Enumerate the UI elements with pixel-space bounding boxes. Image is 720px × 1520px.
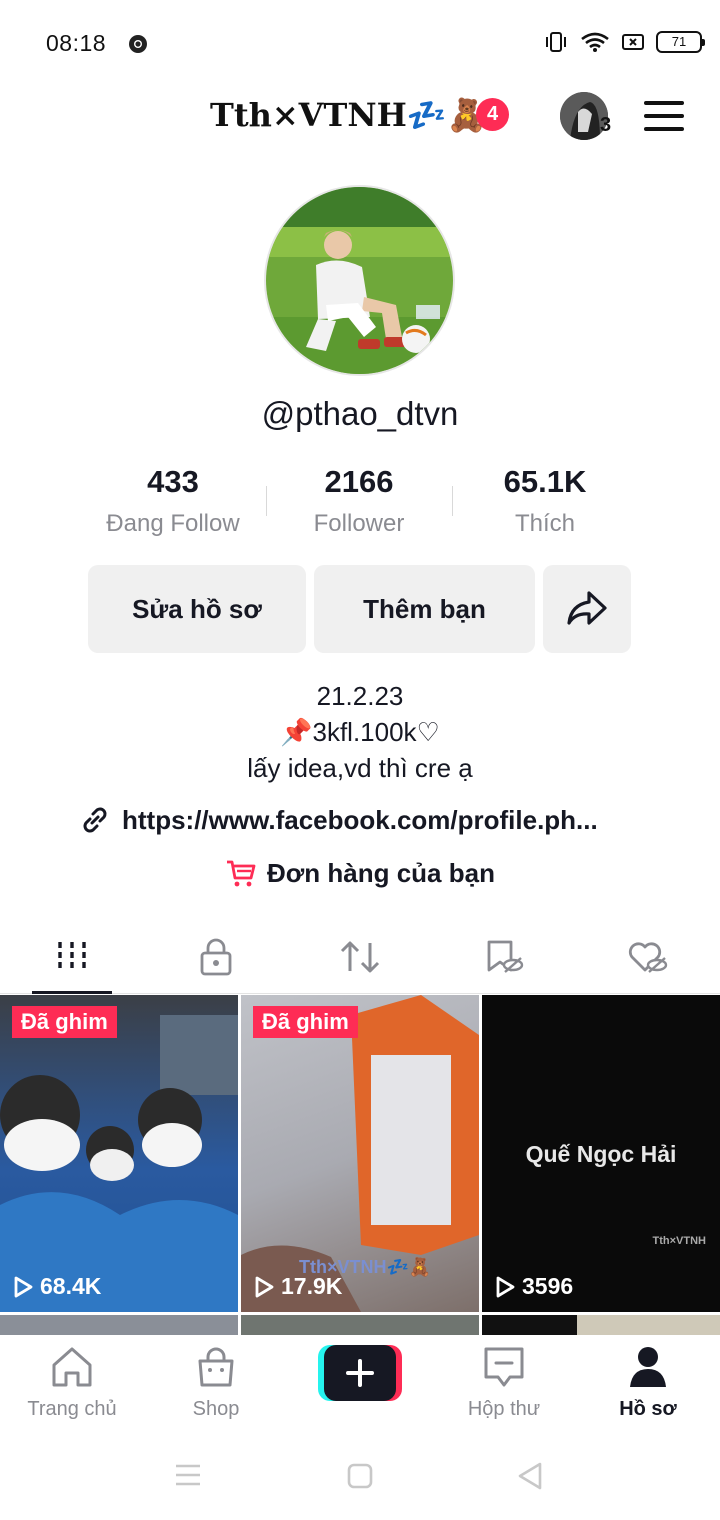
nav-home[interactable]: Trang chủ [0, 1345, 144, 1421]
create-button[interactable] [318, 1345, 402, 1401]
vibrate-icon [546, 32, 566, 52]
pinned-badge: Đã ghim [12, 1006, 117, 1038]
wifi-icon [581, 32, 609, 52]
view-count-text: 17.9K [281, 1273, 343, 1299]
bookmark-hidden-icon [487, 940, 524, 973]
bottom-navigation: Trang chủ Shop Hộp thư Hồ sơ [0, 1335, 720, 1435]
video-caption: Quế Ngọc Hải [525, 1141, 677, 1167]
nav-profile-label: Hồ sơ [619, 1398, 677, 1420]
repost-icon [340, 941, 380, 973]
home-icon [52, 1347, 92, 1387]
profile-link[interactable]: https://www.facebook.com/profile.ph... [78, 800, 648, 840]
video-thumbnail[interactable]: Đã ghim Tth×VTNH💤🧸 17.9K [241, 995, 479, 1312]
profile-bio: 21.2.23 📌3kfl.100k♡ lấy idea,vd thì cre … [0, 678, 720, 786]
notification-badge: 4 [476, 98, 509, 131]
screenshot-icon [622, 34, 644, 50]
profile-actions: Sửa hồ sơ Thêm bạn [88, 565, 633, 653]
video-thumbnail[interactable] [241, 1315, 479, 1335]
nav-shop[interactable]: Shop [144, 1345, 288, 1421]
stat-followers[interactable]: 2166 Follower [266, 460, 452, 550]
profile-avatar[interactable] [264, 185, 455, 376]
nav-inbox[interactable]: Hộp thư [432, 1345, 576, 1421]
menu-icon[interactable] [644, 101, 684, 131]
account-switcher-title[interactable]: Tth×VTNH💤🧸 [210, 96, 486, 134]
account-count: 3 [600, 114, 612, 136]
status-time: 08:18 [46, 30, 107, 56]
pinned-badge: Đã ghim [253, 1006, 358, 1038]
view-count: 17.9K [253, 1273, 342, 1300]
profile-header: Tth×VTNH💤🧸 4 3 [0, 88, 720, 148]
stat-followers-value: 2166 [324, 464, 394, 499]
nav-inbox-label: Hộp thư [467, 1398, 541, 1420]
plus-icon [324, 1345, 396, 1401]
stat-likes[interactable]: 65.1K Thích [452, 460, 638, 550]
play-icon [255, 1276, 274, 1297]
video-thumbnail[interactable]: Quế Ngọc Hải Tth×VTNH 3596 [482, 995, 720, 1312]
bio-line: lấy idea,vd thì cre ạ [247, 753, 473, 783]
tab-videos[interactable] [0, 920, 144, 994]
edit-profile-button[interactable]: Sửa hồ sơ [88, 565, 306, 653]
stat-likes-value: 65.1K [503, 464, 587, 499]
view-count-text: 68.4K [40, 1273, 102, 1299]
profile-photo [266, 187, 453, 374]
profile-handle: @pthao_dtvn [261, 395, 459, 432]
view-count: 3596 [494, 1273, 573, 1300]
play-icon [14, 1276, 33, 1297]
heart-hidden-icon [628, 942, 668, 973]
tab-reposts[interactable] [288, 920, 432, 994]
orders-link[interactable]: Đơn hàng của bạn [0, 853, 720, 893]
back-icon[interactable] [516, 1461, 544, 1491]
stat-following[interactable]: 433 Đang Follow [80, 460, 266, 550]
nav-shop-label: Shop [192, 1398, 240, 1420]
tab-favorites[interactable] [432, 920, 576, 994]
status-bar: 08:18 71 [0, 0, 720, 88]
view-count: 68.4K [12, 1273, 101, 1300]
thumbnail-image [0, 1015, 238, 1312]
tab-liked[interactable] [576, 920, 720, 994]
video-watermark: Tth×VTNH [652, 1235, 706, 1247]
view-count-text: 3596 [522, 1273, 574, 1299]
cart-icon [227, 860, 256, 887]
video-thumbnail[interactable] [0, 1315, 238, 1335]
bio-line: 21.2.23 [316, 681, 404, 711]
orders-text: Đơn hàng của bạn [267, 857, 495, 888]
home-system-icon[interactable] [346, 1462, 374, 1490]
stat-likes-label: Thích [514, 510, 576, 537]
nav-profile[interactable]: Hồ sơ [576, 1345, 720, 1421]
system-navigation [0, 1440, 720, 1520]
recent-apps-icon[interactable] [174, 1462, 202, 1488]
video-thumbnail[interactable]: Đã ghim 68.4K [0, 995, 238, 1312]
share-icon [567, 591, 607, 625]
play-icon [496, 1276, 515, 1297]
stat-followers-label: Follower [313, 510, 405, 537]
share-button[interactable] [543, 565, 631, 653]
profile-icon [630, 1347, 666, 1387]
stat-following-value: 433 [147, 464, 199, 499]
battery-indicator: 71 [656, 31, 705, 53]
chrome-icon [129, 35, 147, 53]
video-grid: Đã ghim 68.4K Đã ghim Tth×VTNH💤🧸 17.9K Q… [0, 995, 720, 1335]
tab-private[interactable] [144, 920, 288, 994]
bio-line: 📌3kfl.100k♡ [280, 717, 440, 747]
link-icon [83, 807, 107, 833]
grid-icon [58, 942, 86, 972]
profile-stats: 433 Đang Follow 2166 Follower 65.1K Thíc… [80, 460, 640, 550]
inbox-icon [484, 1347, 524, 1387]
content-tabs [0, 920, 720, 994]
nav-home-label: Trang chủ [27, 1398, 117, 1420]
lock-icon [200, 938, 232, 976]
link-text[interactable]: https://www.facebook.com/profile.ph... [122, 805, 598, 836]
video-thumbnail[interactable] [482, 1315, 720, 1335]
stat-following-label: Đang Follow [106, 510, 240, 537]
add-friend-button[interactable]: Thêm bạn [314, 565, 535, 653]
shopping-bag-icon [198, 1347, 234, 1387]
